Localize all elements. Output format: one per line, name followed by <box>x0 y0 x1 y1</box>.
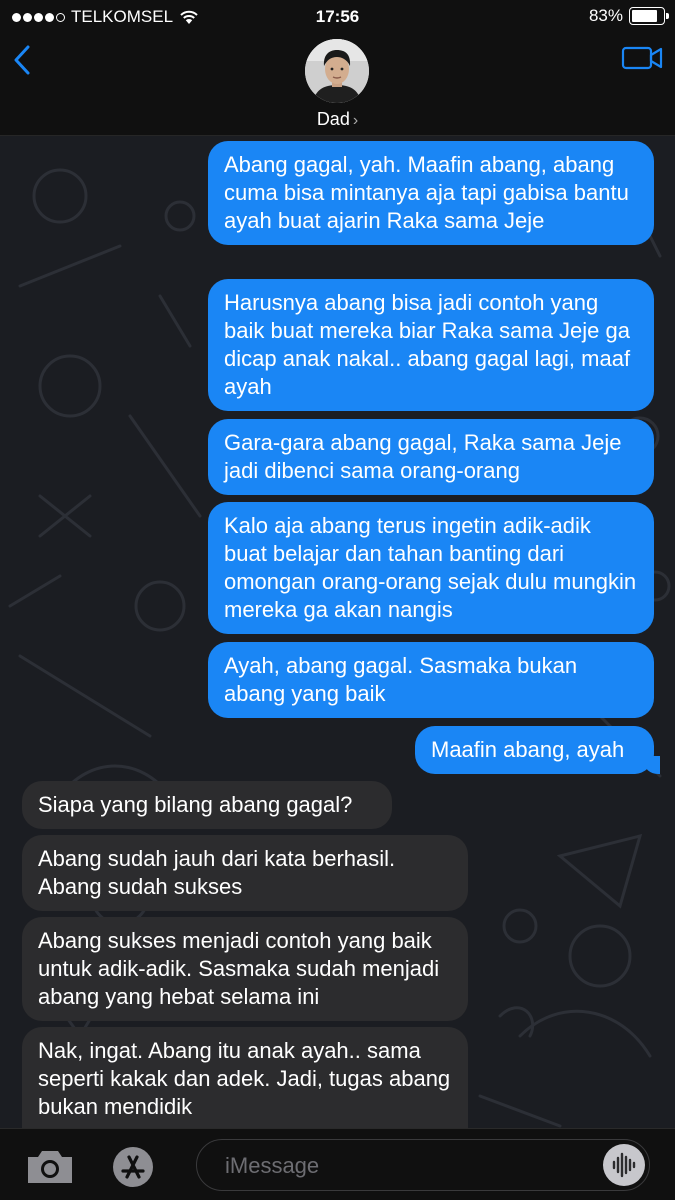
received-message[interactable]: Nak, ingat. Abang itu anak ayah.. sama s… <box>22 1027 468 1128</box>
status-bar: TELKOMSEL 17:56 83% <box>0 0 675 36</box>
chevron-right-icon: › <box>352 112 359 129</box>
camera-icon <box>28 1151 72 1183</box>
received-message[interactable]: Siapa yang bilang abang gagal? <box>22 781 392 829</box>
avatar-photo <box>305 39 369 103</box>
contact-name-button[interactable]: Dad › <box>0 109 675 130</box>
battery-icon <box>629 7 669 25</box>
sent-message[interactable]: Kalo aja abang terus ingetin adik-adik b… <box>208 502 654 634</box>
video-camera-icon <box>621 46 663 70</box>
received-message[interactable]: Abang sukses menjadi contoh yang baik un… <box>22 917 468 1021</box>
message-input-bar: iMessage <box>0 1128 675 1200</box>
status-time: 17:56 <box>315 7 360 26</box>
imessage-input[interactable]: iMessage <box>196 1139 650 1191</box>
imessage-placeholder: iMessage <box>225 1153 320 1178</box>
sent-message[interactable]: Harusnya abang bisa jadi contoh yang bai… <box>208 279 654 411</box>
conversation-header: Dad › <box>0 36 675 136</box>
sent-message[interactable]: Abang gagal, yah. Maafin abang, abang cu… <box>208 141 654 245</box>
app-store-icon <box>113 1147 153 1187</box>
back-button[interactable] <box>8 42 38 78</box>
sent-message[interactable]: Maafin abang, ayah <box>415 726 660 774</box>
sent-message[interactable]: Gara-gara abang gagal, Raka sama Jeje ja… <box>208 419 654 495</box>
message-thread[interactable]: Abang gagal, yah. Maafin abang, abang cu… <box>0 136 675 1128</box>
audio-waveform-icon <box>612 1152 636 1178</box>
app-store-button[interactable] <box>107 1145 159 1189</box>
chevron-left-icon <box>14 45 30 75</box>
battery-group: 83% <box>588 6 669 26</box>
sent-message[interactable]: Ayah, abang gagal. Sasmaka bukan abang y… <box>208 642 654 718</box>
battery-level <box>632 10 657 22</box>
contact-avatar[interactable] <box>305 39 369 103</box>
received-message[interactable]: Abang sudah jauh dari kata berhasil. Aba… <box>22 835 468 911</box>
contact-name: Dad <box>316 109 350 129</box>
battery-percent: 83% <box>588 6 623 25</box>
camera-button[interactable] <box>24 1147 76 1187</box>
voice-message-button[interactable] <box>603 1144 645 1186</box>
facetime-video-button[interactable] <box>621 42 665 74</box>
